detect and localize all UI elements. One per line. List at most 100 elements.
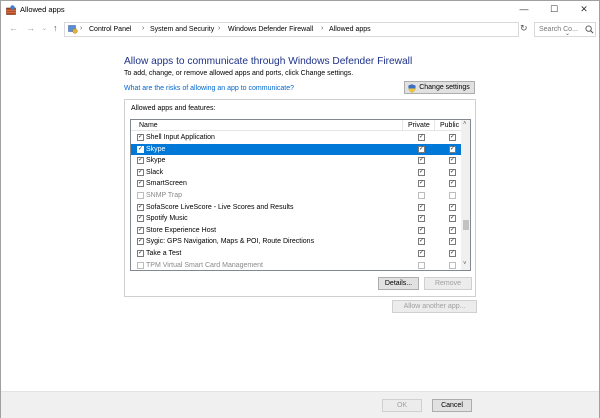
public-checkbox[interactable]: ✓ bbox=[449, 134, 456, 141]
app-name: SmartScreen bbox=[146, 180, 187, 188]
apps-list[interactable]: Name Private Public ✓ Shell Input Applica… bbox=[130, 119, 471, 271]
table-row[interactable]: ✓ SmartScreen ✓ ✓ bbox=[131, 178, 461, 190]
public-checkbox[interactable]: ✓ bbox=[449, 180, 456, 188]
address-bar[interactable]: › Control Panel › System and Security › … bbox=[64, 22, 570, 37]
maximize-button[interactable]: ☐ bbox=[539, 1, 569, 19]
app-enabled-checkbox[interactable]: ✓ bbox=[137, 250, 144, 257]
app-enabled-checkbox[interactable]: ✓ bbox=[137, 168, 144, 176]
public-checkbox[interactable] bbox=[449, 192, 456, 199]
app-name: Slack bbox=[146, 168, 164, 176]
app-enabled-checkbox[interactable]: ✓ bbox=[137, 226, 144, 234]
public-checkbox[interactable]: ✓ bbox=[449, 226, 456, 234]
table-row[interactable]: ✓ Take a Test ✓ ✓ bbox=[131, 248, 461, 260]
private-checkbox[interactable]: ✓ bbox=[418, 250, 425, 257]
public-checkbox[interactable]: ✓ bbox=[449, 250, 456, 257]
app-enabled-checkbox[interactable] bbox=[137, 192, 144, 199]
public-checkbox[interactable]: ✓ bbox=[449, 145, 456, 153]
scroll-thumb[interactable] bbox=[463, 220, 469, 230]
private-checkbox[interactable]: ✓ bbox=[418, 238, 425, 246]
table-row[interactable]: SNMP Trap bbox=[131, 190, 461, 202]
breadcrumb-defender-firewall[interactable]: Windows Defender Firewall bbox=[228, 26, 313, 33]
ok-button[interactable]: OK bbox=[382, 399, 422, 412]
table-row[interactable]: ✓ Store Experience Host ✓ ✓ bbox=[131, 225, 461, 237]
close-button[interactable]: ✕ bbox=[569, 1, 599, 19]
app-enabled-checkbox[interactable]: ✓ bbox=[137, 238, 144, 246]
table-row[interactable]: ✓ Slack ✓ ✓ bbox=[131, 167, 461, 179]
private-checkbox[interactable]: ✓ bbox=[418, 215, 425, 223]
table-row[interactable]: ✓ Shell Input Application ✓ ✓ bbox=[131, 132, 461, 144]
allow-another-app-button[interactable]: Allow another app... bbox=[392, 300, 477, 313]
private-checkbox[interactable]: ✓ bbox=[418, 203, 425, 211]
minimize-button[interactable]: — bbox=[509, 1, 539, 19]
table-row[interactable]: ✓ Skype ✓ ✓ bbox=[131, 143, 461, 156]
vertical-scrollbar[interactable]: ˄ ˅ bbox=[461, 120, 470, 270]
column-public[interactable]: Public bbox=[440, 122, 459, 129]
app-name: Store Experience Host bbox=[146, 226, 217, 234]
change-settings-button[interactable]: Change settings bbox=[404, 81, 475, 94]
title-bar: Allowed apps — ☐ ✕ bbox=[1, 1, 599, 19]
table-row[interactable]: ✓ Sygic: GPS Navigation, Maps & POI, Rout… bbox=[131, 236, 461, 248]
column-divider bbox=[434, 120, 435, 131]
breadcrumb-control-panel[interactable]: Control Panel bbox=[89, 26, 131, 33]
up-arrow-icon[interactable]: ↑ bbox=[53, 23, 58, 33]
window-title: Allowed apps bbox=[20, 5, 65, 14]
public-checkbox[interactable]: ✓ bbox=[449, 157, 456, 165]
app-name: TPM Virtual Smart Card Management bbox=[146, 261, 263, 269]
private-checkbox[interactable] bbox=[418, 261, 425, 269]
search-input[interactable]: Search Co... bbox=[539, 26, 578, 33]
column-private[interactable]: Private bbox=[408, 122, 430, 129]
forward-arrow-icon[interactable]: → bbox=[26, 23, 35, 33]
risks-link[interactable]: What are the risks of allowing an app to… bbox=[124, 85, 294, 92]
recent-locations-icon[interactable]: ⌄ bbox=[42, 25, 47, 32]
refresh-icon[interactable]: ↻ bbox=[520, 23, 528, 34]
breadcrumb-separator: › bbox=[80, 25, 83, 32]
private-checkbox[interactable] bbox=[418, 192, 425, 199]
app-name: SofaScore LiveScore - Live Scores and Re… bbox=[146, 203, 294, 211]
breadcrumb-system-security[interactable]: System and Security bbox=[150, 26, 214, 33]
page-title: Allow apps to communicate through Window… bbox=[124, 56, 413, 67]
app-enabled-checkbox[interactable]: ✓ bbox=[137, 203, 144, 211]
search-box[interactable]: Search Co... bbox=[534, 22, 596, 37]
private-checkbox[interactable]: ✓ bbox=[418, 145, 425, 153]
search-icon[interactable] bbox=[585, 25, 594, 34]
scroll-down-icon[interactable]: ˅ bbox=[463, 261, 467, 267]
public-checkbox[interactable]: ✓ bbox=[449, 215, 456, 223]
app-enabled-checkbox[interactable]: ✓ bbox=[137, 215, 144, 223]
public-checkbox[interactable]: ✓ bbox=[449, 168, 456, 176]
remove-button[interactable]: Remove bbox=[424, 277, 472, 290]
change-settings-label: Change settings bbox=[419, 84, 470, 91]
cancel-button[interactable]: Cancel bbox=[432, 399, 472, 412]
public-checkbox[interactable]: ✓ bbox=[449, 203, 456, 211]
back-arrow-icon[interactable]: ← bbox=[9, 23, 18, 33]
control-panel-icon bbox=[68, 25, 78, 34]
public-checkbox[interactable] bbox=[449, 261, 456, 269]
private-checkbox[interactable]: ✓ bbox=[418, 157, 425, 165]
table-row[interactable]: ✓ Skype ✓ ✓ bbox=[131, 155, 461, 167]
public-checkbox[interactable]: ✓ bbox=[449, 238, 456, 246]
app-enabled-checkbox[interactable] bbox=[137, 261, 144, 269]
private-checkbox[interactable]: ✓ bbox=[418, 134, 425, 141]
app-name: Skype bbox=[146, 145, 166, 153]
table-row[interactable]: ✓ Spotify Music ✓ ✓ bbox=[131, 213, 461, 225]
app-enabled-checkbox[interactable]: ✓ bbox=[137, 134, 144, 141]
app-name: Shell Input Application bbox=[146, 134, 215, 141]
app-enabled-checkbox[interactable]: ✓ bbox=[137, 180, 144, 188]
app-name: Take a Test bbox=[146, 250, 182, 257]
app-enabled-checkbox[interactable]: ✓ bbox=[137, 145, 144, 153]
firewall-app-icon bbox=[6, 5, 16, 15]
table-row[interactable]: TPM Virtual Smart Card Management bbox=[131, 260, 461, 270]
app-name: SNMP Trap bbox=[146, 192, 183, 199]
breadcrumb-allowed-apps[interactable]: Allowed apps bbox=[329, 26, 371, 33]
group-label: Allowed apps and features: bbox=[131, 105, 216, 112]
page-description: To add, change, or remove allowed apps a… bbox=[124, 70, 354, 77]
app-enabled-checkbox[interactable]: ✓ bbox=[137, 157, 144, 165]
table-row[interactable]: ✓ SofaScore LiveScore - Live Scores and R… bbox=[131, 202, 461, 214]
breadcrumb-separator: › bbox=[321, 25, 324, 32]
private-checkbox[interactable]: ✓ bbox=[418, 168, 425, 176]
private-checkbox[interactable]: ✓ bbox=[418, 226, 425, 234]
scroll-up-icon[interactable]: ˄ bbox=[463, 121, 467, 127]
details-button[interactable]: Details... bbox=[378, 277, 419, 290]
dialog-footer bbox=[1, 391, 599, 418]
column-name[interactable]: Name bbox=[139, 122, 158, 129]
private-checkbox[interactable]: ✓ bbox=[418, 180, 425, 188]
